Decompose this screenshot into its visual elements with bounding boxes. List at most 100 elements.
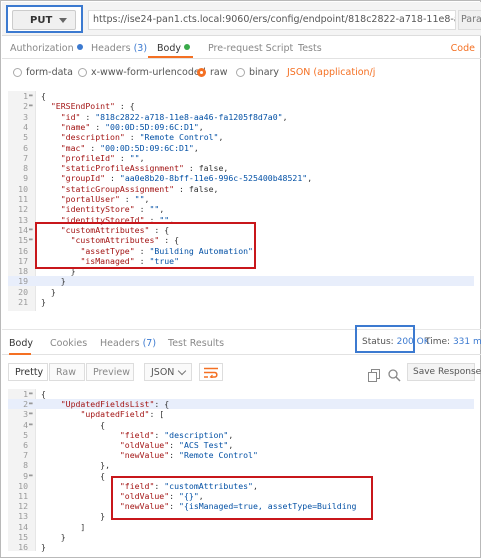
tab-authorization[interactable]: Authorization bbox=[10, 43, 83, 54]
resp-tab-cookies[interactable]: Cookies bbox=[50, 338, 87, 349]
code-text: } bbox=[41, 286, 56, 297]
request-code-line: 6 "mac" : "00:0D:5D:09:6C:D1", bbox=[8, 143, 474, 153]
content-type-select[interactable]: JSON (application/j bbox=[287, 67, 375, 78]
line-number: 8 bbox=[23, 163, 28, 174]
response-body-viewer[interactable]: 1 ▬{2 ▬ "UpdatedFieldsList": {3 ▬ "updatedF… bbox=[8, 389, 474, 552]
fold-toggle-icon[interactable]: ▬ bbox=[29, 471, 35, 481]
line-number: 1 bbox=[23, 91, 28, 101]
response-code-line: 7 "newValue": "Remote Control" bbox=[8, 450, 474, 460]
line-number: 4 bbox=[23, 121, 28, 132]
request-code-line: 11 "portalUser" : "", bbox=[8, 194, 474, 204]
response-code-line: 6 "oldValue": "ACS Test", bbox=[8, 440, 474, 450]
line-number: 15 bbox=[18, 235, 28, 246]
code-text: "field": "description", bbox=[119, 429, 234, 440]
code-text: "id" : "818c2822-a718-11e8-aa46-fa1205f8… bbox=[60, 111, 288, 122]
request-code-line: 10 "staticGroupAssignment" : false, bbox=[8, 184, 474, 194]
response-code-line: 1 ▬ { bbox=[8, 389, 474, 399]
fold-toggle-icon[interactable]: ▬ bbox=[29, 399, 35, 409]
code-text: "profileId" : "", bbox=[60, 152, 145, 163]
wrap-lines-icon bbox=[204, 367, 218, 378]
code-text: } bbox=[41, 297, 46, 307]
request-code-line: 5 "description" : "Remote Control", bbox=[8, 132, 474, 142]
line-number: 13 bbox=[18, 214, 28, 225]
binary-label: binary bbox=[249, 67, 280, 78]
resp-tab-body[interactable]: Body bbox=[9, 338, 33, 349]
line-number: 2 bbox=[23, 399, 28, 410]
code-text: "ERSEndPoint" : { bbox=[50, 101, 135, 112]
code-text: } bbox=[41, 276, 66, 287]
tab-body[interactable]: Body bbox=[157, 43, 190, 54]
line-number: 10 bbox=[18, 183, 28, 194]
fold-toggle-icon[interactable]: ▬ bbox=[29, 389, 35, 399]
search-icon[interactable] bbox=[388, 369, 401, 382]
response-code-line: 15 } bbox=[8, 532, 474, 542]
headers-count: (3) bbox=[133, 43, 148, 54]
tab-headers-label: Headers bbox=[91, 43, 131, 54]
request-code-line: 3 "id" : "818c2822-a718-11e8-aa46-fa1205… bbox=[8, 112, 474, 122]
tab-tests[interactable]: Tests bbox=[298, 43, 322, 54]
raw-label: raw bbox=[210, 67, 228, 78]
radio-urlencoded[interactable] bbox=[78, 68, 87, 77]
fold-toggle-icon[interactable]: ▬ bbox=[29, 420, 35, 430]
method-select[interactable]: PUT bbox=[12, 10, 76, 30]
modified-dot-icon bbox=[76, 44, 83, 50]
request-code-line: 9 "groupId" : "aa0e8b20-8bff-11e6-996c-5… bbox=[8, 173, 474, 183]
save-response-button[interactable]: Save Response bbox=[407, 363, 481, 381]
code-link[interactable]: Code bbox=[451, 43, 475, 54]
line-number: 8 bbox=[23, 460, 28, 471]
code-text: "groupId" : "aa0e8b20-8bff-11e6-996c-525… bbox=[60, 173, 313, 184]
line-number: 9 bbox=[23, 173, 28, 184]
radio-raw[interactable] bbox=[197, 68, 206, 77]
response-code-line: 16} bbox=[8, 542, 474, 552]
code-text: ] bbox=[41, 521, 86, 532]
response-code-line: 4 ▬ { bbox=[8, 420, 474, 430]
request-body-editor[interactable]: 1 ▬{2 ▬ "ERSEndPoint" : {3 "id" : "818c282… bbox=[8, 91, 474, 311]
response-toolbar: Pretty Raw Preview JSON Save Response bbox=[2, 357, 481, 385]
code-text: "UpdatedFieldsList": { bbox=[60, 399, 170, 410]
form-data-label: form-data bbox=[26, 67, 73, 78]
request-tabs: Authorization Headers (3) Body Pre-reque… bbox=[2, 37, 481, 59]
code-text: "updatedField": [ bbox=[80, 409, 165, 420]
line-number: 17 bbox=[18, 255, 28, 266]
line-number: 7 bbox=[23, 152, 28, 163]
fold-toggle-icon[interactable]: ▬ bbox=[29, 91, 35, 101]
line-number: 6 bbox=[23, 142, 28, 153]
raw-button[interactable]: Raw bbox=[49, 363, 85, 381]
copy-icon[interactable] bbox=[368, 369, 380, 382]
resp-tab-headers[interactable]: Headers (7) bbox=[100, 338, 156, 349]
radio-form-data[interactable] bbox=[13, 68, 22, 77]
code-text: { bbox=[41, 91, 46, 101]
line-number: 9 bbox=[23, 470, 28, 481]
pretty-button[interactable]: Pretty bbox=[8, 363, 48, 381]
line-number: 18 bbox=[18, 266, 28, 277]
line-number: 4 bbox=[23, 419, 28, 430]
code-text: }, bbox=[41, 460, 111, 471]
urlencoded-label: x-www-form-urlencoded bbox=[91, 67, 206, 78]
line-number: 5 bbox=[23, 132, 28, 143]
code-text: "newValue": "Remote Control" bbox=[119, 450, 258, 461]
request-code-line: 4 "name" : "00:0D:5D:09:6C:D1", bbox=[8, 122, 474, 132]
code-text: "oldValue": "ACS Test", bbox=[119, 440, 234, 450]
tab-headers[interactable]: Headers (3) bbox=[91, 43, 147, 54]
line-number: 19 bbox=[18, 276, 28, 287]
request-code-line: 8 "staticProfileAssignment" : false, bbox=[8, 163, 474, 173]
line-number: 14 bbox=[18, 521, 28, 532]
params-button[interactable]: Params bbox=[458, 10, 481, 30]
response-code-line: 8 }, bbox=[8, 460, 474, 470]
line-number: 14 bbox=[18, 224, 28, 235]
status-label: Status: bbox=[362, 337, 394, 347]
code-text: { bbox=[41, 419, 106, 430]
response-code-line: 14 ] bbox=[8, 522, 474, 532]
line-number: 5 bbox=[23, 429, 28, 440]
tab-prerequest-script[interactable]: Pre-request Script bbox=[208, 43, 293, 54]
url-bar: PUT https://ise24-pan1.cts.local:9060/er… bbox=[2, 2, 481, 36]
fold-toggle-icon[interactable]: ▬ bbox=[29, 409, 35, 419]
resp-tab-test-results[interactable]: Test Results bbox=[168, 338, 224, 349]
code-text: "identityStore" : "", bbox=[60, 204, 165, 215]
line-number: 7 bbox=[23, 450, 28, 461]
preview-button[interactable]: Preview bbox=[86, 363, 134, 381]
line-number: 16 bbox=[18, 542, 28, 552]
fold-toggle-icon[interactable]: ▬ bbox=[29, 101, 35, 111]
radio-binary[interactable] bbox=[236, 68, 245, 77]
url-input[interactable]: https://ise24-pan1.cts.local:9060/ers/co… bbox=[88, 10, 456, 30]
